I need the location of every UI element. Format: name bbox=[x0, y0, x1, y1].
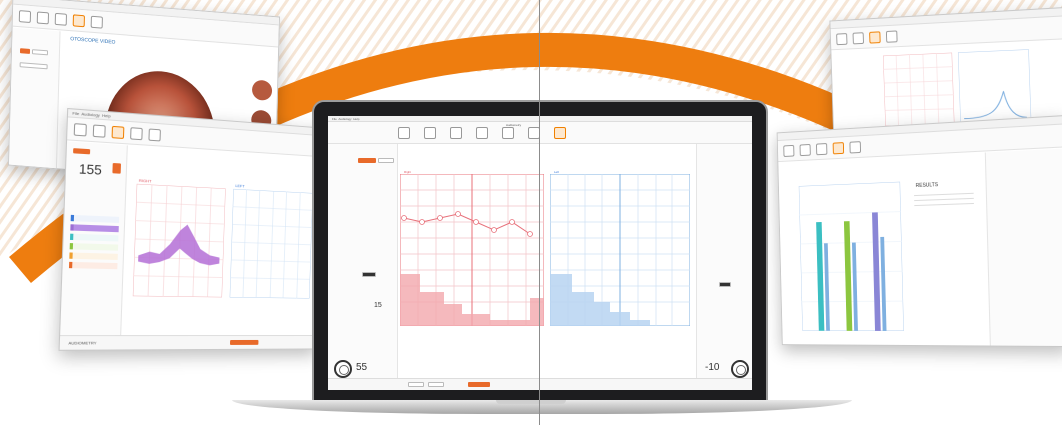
ribbon-icon[interactable] bbox=[836, 32, 848, 45]
ribbon-icon-active[interactable] bbox=[869, 30, 881, 44]
channel-list bbox=[68, 214, 120, 272]
laptop-screen: File Audiology Help Audiometry 15 55 Rig… bbox=[328, 116, 752, 390]
ribbon-icon[interactable] bbox=[783, 144, 795, 157]
menu-file[interactable]: File bbox=[72, 110, 79, 116]
channel-row[interactable] bbox=[69, 243, 119, 251]
speech-left-panel: 155 bbox=[59, 141, 128, 351]
ribbon-icon[interactable] bbox=[130, 126, 143, 140]
ribbon-icon[interactable] bbox=[799, 143, 811, 156]
results-window: RESULTS bbox=[776, 115, 1062, 348]
speech-footer: AUDIOMETRY bbox=[59, 335, 318, 350]
bottom-tab-active[interactable] bbox=[468, 382, 490, 387]
footer-label: AUDIOMETRY bbox=[68, 340, 97, 346]
step-readout: 15 bbox=[374, 302, 382, 309]
speech-left-chart bbox=[229, 188, 313, 299]
main-left-panel: 15 55 bbox=[328, 144, 398, 380]
record-button[interactable] bbox=[19, 48, 31, 54]
bottom-button[interactable] bbox=[408, 382, 424, 387]
ribbon-icon[interactable] bbox=[90, 15, 103, 29]
results-bar-chart bbox=[798, 181, 904, 332]
ribbon-icon[interactable] bbox=[73, 122, 87, 136]
ear-right-button[interactable] bbox=[358, 158, 376, 163]
channel-row[interactable] bbox=[69, 233, 119, 242]
ribbon-icon-active[interactable] bbox=[554, 126, 566, 139]
menu-audiology[interactable]: Audiology bbox=[338, 117, 351, 121]
level-readout-left: 55 bbox=[356, 362, 368, 373]
stimulus-button[interactable] bbox=[73, 148, 91, 155]
ribbon-icon[interactable] bbox=[450, 126, 462, 139]
main-bottom-bar bbox=[328, 378, 752, 390]
ribbon-icon-active[interactable] bbox=[832, 141, 845, 154]
ribbon-icon-active[interactable] bbox=[72, 13, 85, 27]
bottom-button[interactable] bbox=[428, 382, 444, 387]
menu-help[interactable]: Help bbox=[102, 113, 111, 119]
option-button[interactable] bbox=[31, 49, 49, 56]
option-button[interactable] bbox=[19, 62, 48, 70]
ribbon-icon[interactable] bbox=[424, 126, 436, 139]
right-chart-title: RIGHT bbox=[138, 177, 152, 184]
dial-knob-left[interactable] bbox=[334, 360, 352, 378]
menu-audiology[interactable]: Audiology bbox=[81, 111, 100, 118]
dial-knob-right[interactable] bbox=[731, 360, 749, 378]
speech-window: File Audiology Help 155 RIGHT LEFT AUDIO… bbox=[58, 107, 324, 351]
level-readout-right: -10 bbox=[705, 362, 720, 373]
results-heading: RESULTS bbox=[915, 182, 939, 190]
ribbon-icon[interactable] bbox=[148, 127, 161, 141]
results-table bbox=[914, 189, 974, 210]
channel-row[interactable] bbox=[68, 261, 118, 270]
channel-row[interactable] bbox=[70, 214, 120, 223]
tone-toggle[interactable] bbox=[719, 282, 731, 287]
menu-help[interactable]: Help bbox=[353, 117, 359, 121]
right-ear-audiogram bbox=[400, 174, 544, 326]
ribbon-icon[interactable] bbox=[849, 140, 862, 154]
footer-tab-active[interactable] bbox=[229, 339, 259, 345]
menu-file[interactable]: File bbox=[332, 117, 337, 121]
main-ribbon bbox=[328, 122, 752, 144]
otoscope-left-panel bbox=[8, 27, 61, 171]
ear-left-button[interactable] bbox=[378, 158, 394, 163]
ribbon-icon[interactable] bbox=[36, 10, 50, 24]
tone-toggle[interactable] bbox=[362, 272, 376, 277]
speech-right-chart bbox=[132, 183, 226, 298]
main-right-panel: -10 bbox=[696, 144, 752, 380]
results-side-panel bbox=[984, 148, 1062, 348]
ribbon-icon[interactable] bbox=[885, 29, 898, 43]
tr-chart-left bbox=[882, 52, 955, 127]
ribbon-icon-active[interactable] bbox=[111, 125, 125, 139]
ribbon-icon[interactable] bbox=[502, 126, 514, 139]
ribbon-icon[interactable] bbox=[852, 31, 864, 44]
ribbon-icon[interactable] bbox=[54, 12, 68, 26]
channel-row[interactable] bbox=[69, 252, 118, 260]
laptop-bezel: File Audiology Help Audiometry 15 55 Rig… bbox=[312, 100, 768, 404]
tr-chart-right bbox=[957, 49, 1032, 125]
laptop-notch bbox=[496, 400, 566, 404]
channel-row[interactable] bbox=[70, 224, 119, 233]
ribbon-icon[interactable] bbox=[398, 126, 410, 139]
product-collage: OTOSCOPE VIDEO File Audiology Help 155 R… bbox=[0, 0, 1062, 425]
left-chart-title: LEFT bbox=[235, 183, 245, 189]
ribbon-icon[interactable] bbox=[476, 126, 488, 139]
center-divider-line bbox=[539, 0, 540, 425]
level-readout: 155 bbox=[78, 160, 103, 178]
active-tab-label[interactable]: Audiometry bbox=[506, 123, 521, 127]
level-up-button[interactable] bbox=[112, 162, 122, 174]
ribbon-icon[interactable] bbox=[816, 142, 828, 155]
ribbon-icon[interactable] bbox=[92, 123, 106, 138]
left-ear-audiogram bbox=[550, 174, 690, 326]
otoscope-tab-label[interactable]: OTOSCOPE VIDEO bbox=[70, 36, 115, 46]
ribbon-icon[interactable] bbox=[18, 9, 32, 23]
